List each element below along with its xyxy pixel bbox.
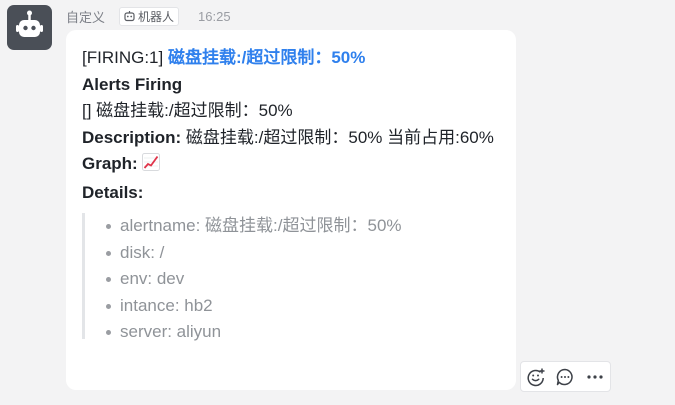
alert-title-link[interactable]: 磁盘挂载:/超过限制：50% [168,48,365,67]
message-content: [FIRING:1] 磁盘挂载:/超过限制：50% Alerts Firing … [82,45,504,341]
description-text: 磁盘挂载:/超过限制：50% 当前占用:60% [185,127,494,147]
graph-row: Graph: [82,151,504,180]
list-item: server: aliyun [106,319,504,346]
description: Description: 磁盘挂载:/超过限制：50% 当前占用:60% [82,125,504,152]
reply-icon [557,368,574,385]
robot-icon [16,10,43,37]
graph-label: Graph: [82,154,138,173]
chat-message-view: 自定义 机器人 16:25 [FIRING:1] 磁盘挂载:/超过限制：50% … [0,0,675,405]
bot-tag-label: 机器人 [138,9,175,24]
chart-increasing-icon[interactable] [142,153,161,180]
alert-title: [FIRING:1] 磁盘挂载:/超过限制：50% [82,45,504,72]
alerts-heading: Alerts Firing [82,74,183,94]
add-reaction-button[interactable] [523,364,549,390]
list-item: alertname: 磁盘挂载:/超过限制：50% [106,213,504,240]
list-item: env: dev [106,266,504,293]
details-label: Details: [82,182,144,202]
reply-button[interactable] [552,364,578,390]
list-item: intance: hb2 [106,293,504,320]
description-label: Description: [82,127,182,147]
firing-count: [FIRING:1] [82,48,164,67]
details-list: alertname: 磁盘挂载:/超过限制：50% disk: / env: d… [85,213,504,346]
message-actions [520,361,611,392]
message-bubble: [FIRING:1] 磁盘挂载:/超过限制：50% Alerts Firing … [66,30,516,390]
details-block: alertname: 磁盘挂载:/超过限制：50% disk: / env: d… [82,213,504,341]
add-reaction-icon [527,368,545,386]
message-time: 16:25 [198,8,231,24]
message-meta: 自定义 机器人 16:25 [66,6,231,26]
bot-avatar[interactable] [7,5,52,50]
sender-name[interactable]: 自定义 [66,7,105,26]
robot-icon [124,11,135,22]
more-button[interactable] [582,364,608,390]
list-item: disk: / [106,240,504,267]
alert-line: [] 磁盘挂载:/超过限制：50% [82,101,293,120]
more-icon [587,374,603,379]
bot-tag: 机器人 [119,6,180,26]
